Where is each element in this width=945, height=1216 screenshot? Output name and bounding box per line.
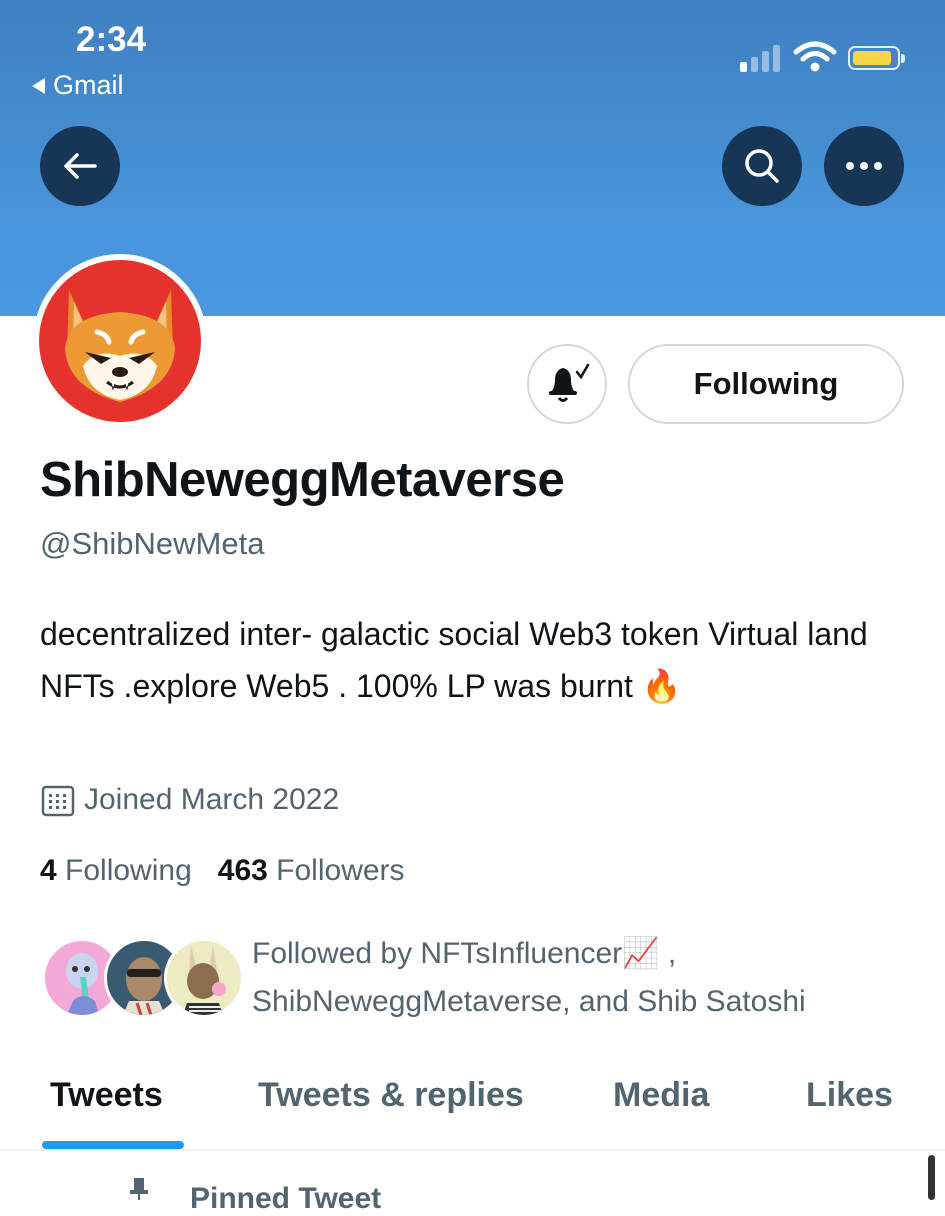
pin-icon	[130, 1178, 148, 1200]
tabs-divider	[0, 1149, 945, 1151]
shiba-inu-avatar-icon	[39, 260, 201, 422]
back-app-label: Gmail	[53, 70, 124, 100]
bell-check-icon	[549, 363, 590, 402]
calendar-icon	[41, 785, 75, 817]
battery-icon	[848, 46, 905, 70]
more-horizontal-icon	[846, 162, 882, 170]
followed-by-suffix: ,	[659, 937, 677, 970]
pinned-tweet-label: Pinned Tweet	[190, 1182, 382, 1215]
following-label: Following	[65, 854, 192, 887]
profile-bio: decentralized inter- galactic social Web…	[40, 616, 868, 704]
search-icon	[745, 149, 779, 183]
followed-by-avatars[interactable]	[42, 938, 244, 1022]
wifi-icon	[793, 41, 837, 72]
cellular-signal-icon	[740, 44, 780, 72]
arrow-left-icon	[64, 153, 97, 179]
following-count: 4	[40, 854, 57, 887]
following-stat[interactable]: 4 Following	[40, 854, 192, 888]
back-button[interactable]	[40, 126, 120, 206]
tab-tweets[interactable]: Tweets	[50, 1076, 163, 1115]
followers-count: 463	[217, 854, 268, 887]
followers-label: Followers	[276, 854, 405, 887]
followed-by-prefix: Followed by NFTsInfluencer	[252, 937, 623, 970]
followed-by-line2: ShibNeweggMetaverse, and Shib Satoshi	[252, 985, 806, 1018]
display-name: ShibNeweggMetaverse	[40, 453, 565, 507]
back-triangle-icon	[32, 77, 45, 94]
back-to-app-link[interactable]: Gmail	[32, 70, 124, 101]
follower-avatar	[164, 938, 244, 1018]
profile-avatar[interactable]	[33, 254, 207, 428]
chart-emoji: 📈	[622, 937, 660, 970]
tab-media[interactable]: Media	[613, 1076, 709, 1115]
notifications-button[interactable]	[527, 344, 607, 424]
search-button[interactable]	[722, 126, 802, 206]
join-date-text: Joined March 2022	[84, 783, 340, 816]
join-date: Joined March 2022	[40, 782, 339, 818]
more-button[interactable]	[824, 126, 904, 206]
scrollbar[interactable]	[928, 1155, 935, 1200]
profile-tabs: Tweets Tweets & replies Media Likes	[0, 1070, 945, 1150]
status-time: 2:34	[76, 20, 147, 59]
active-tab-indicator	[42, 1141, 184, 1149]
followers-stat[interactable]: 463 Followers	[218, 854, 405, 888]
profile-stats: 4 Following 463 Followers	[40, 854, 405, 888]
following-button[interactable]: Following	[628, 344, 904, 424]
followed-by-text[interactable]: Followed by NFTsInfluencer📈 , ShibNewegg…	[252, 930, 912, 1026]
tab-tweets-replies[interactable]: Tweets & replies	[258, 1076, 524, 1115]
tab-likes[interactable]: Likes	[806, 1076, 893, 1115]
user-handle: @ShibNewMeta	[40, 526, 265, 561]
